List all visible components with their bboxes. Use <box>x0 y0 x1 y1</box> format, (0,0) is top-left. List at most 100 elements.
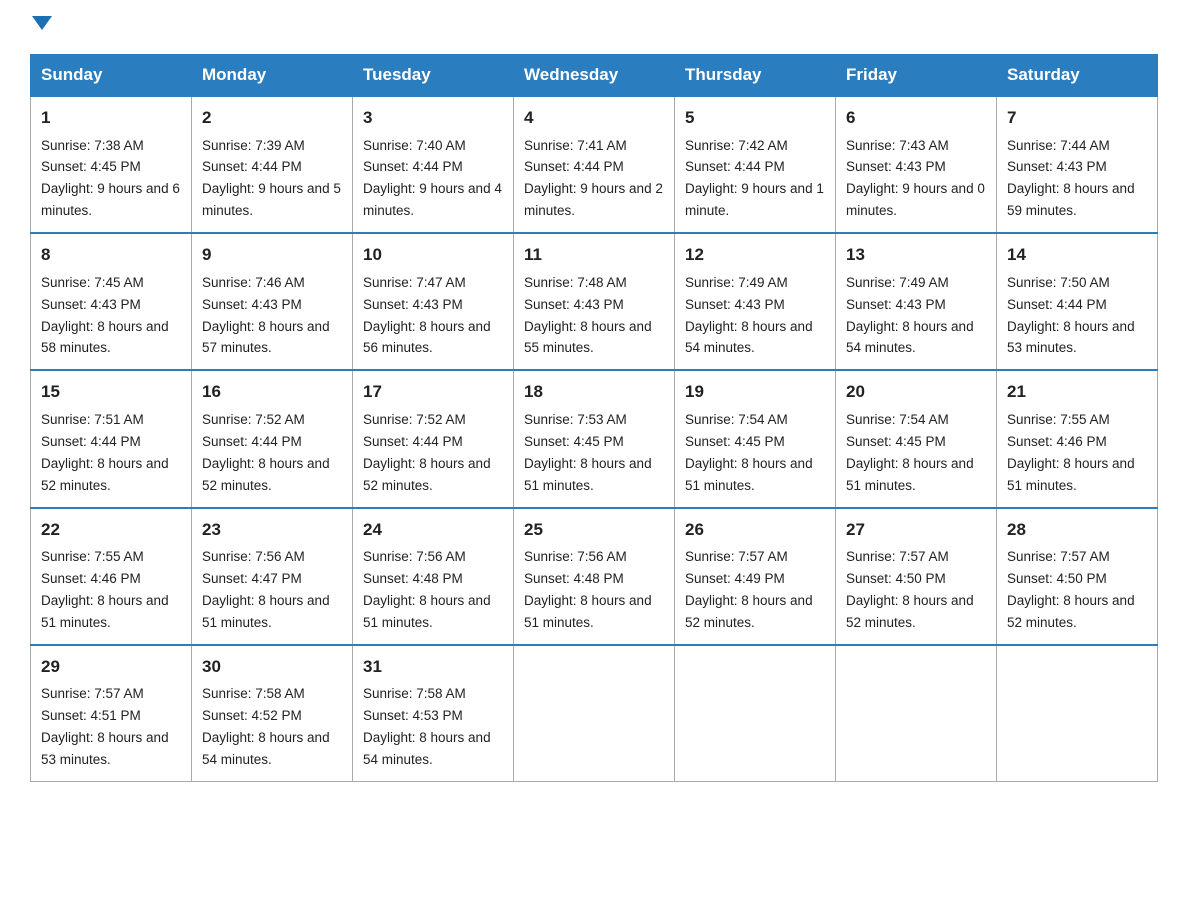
day-number: 24 <box>363 517 503 543</box>
day-number: 20 <box>846 379 986 405</box>
col-header-tuesday: Tuesday <box>353 55 514 97</box>
day-info: Sunrise: 7:42 AMSunset: 4:44 PMDaylight:… <box>685 138 824 219</box>
day-number: 19 <box>685 379 825 405</box>
day-number: 9 <box>202 242 342 268</box>
day-number: 15 <box>41 379 181 405</box>
day-info: Sunrise: 7:50 AMSunset: 4:44 PMDaylight:… <box>1007 275 1135 356</box>
calendar-cell <box>675 645 836 782</box>
calendar-cell: 16Sunrise: 7:52 AMSunset: 4:44 PMDayligh… <box>192 370 353 507</box>
day-number: 30 <box>202 654 342 680</box>
day-info: Sunrise: 7:48 AMSunset: 4:43 PMDaylight:… <box>524 275 652 356</box>
day-info: Sunrise: 7:49 AMSunset: 4:43 PMDaylight:… <box>846 275 974 356</box>
calendar-cell: 9 Sunrise: 7:46 AMSunset: 4:43 PMDaylight… <box>192 233 353 370</box>
col-header-wednesday: Wednesday <box>514 55 675 97</box>
calendar-cell: 6 Sunrise: 7:43 AMSunset: 4:43 PMDaylight… <box>836 96 997 233</box>
day-number: 7 <box>1007 105 1147 131</box>
calendar-week-4: 22 Sunrise: 7:55 AMSunset: 4:46 PMDayligh… <box>31 508 1158 645</box>
calendar-week-3: 15 Sunrise: 7:51 AMSunset: 4:44 PMDayligh… <box>31 370 1158 507</box>
day-info: Sunrise: 7:54 AMSunset: 4:45 PMDaylight:… <box>685 412 813 493</box>
col-header-monday: Monday <box>192 55 353 97</box>
day-number: 31 <box>363 654 503 680</box>
day-number: 23 <box>202 517 342 543</box>
day-info: Sunrise: 7:44 AMSunset: 4:43 PMDaylight:… <box>1007 138 1135 219</box>
day-number: 12 <box>685 242 825 268</box>
day-info: Sunrise: 7:40 AMSunset: 4:44 PMDaylight:… <box>363 138 502 219</box>
day-info: Sunrise: 7:43 AMSunset: 4:43 PMDaylight:… <box>846 138 985 219</box>
col-header-sunday: Sunday <box>31 55 192 97</box>
calendar-cell: 17 Sunrise: 7:52 AMSunset: 4:44 PMDayligh… <box>353 370 514 507</box>
calendar-cell: 8 Sunrise: 7:45 AMSunset: 4:43 PMDaylight… <box>31 233 192 370</box>
day-number: 13 <box>846 242 986 268</box>
col-header-saturday: Saturday <box>997 55 1158 97</box>
day-number: 1 <box>41 105 181 131</box>
day-info: Sunrise: 7:38 AMSunset: 4:45 PMDaylight:… <box>41 138 180 219</box>
day-number: 26 <box>685 517 825 543</box>
day-number: 18 <box>524 379 664 405</box>
day-number: 14 <box>1007 242 1147 268</box>
day-info: Sunrise: 7:54 AMSunset: 4:45 PMDaylight:… <box>846 412 974 493</box>
calendar-cell: 27 Sunrise: 7:57 AMSunset: 4:50 PMDayligh… <box>836 508 997 645</box>
day-info: Sunrise: 7:56 AMSunset: 4:47 PMDaylight:… <box>202 549 330 630</box>
day-info: Sunrise: 7:52 AMSunset: 4:44 PMDaylight:… <box>363 412 491 493</box>
day-number: 4 <box>524 105 664 131</box>
calendar-week-2: 8 Sunrise: 7:45 AMSunset: 4:43 PMDaylight… <box>31 233 1158 370</box>
calendar-cell: 15 Sunrise: 7:51 AMSunset: 4:44 PMDayligh… <box>31 370 192 507</box>
day-number: 5 <box>685 105 825 131</box>
day-info: Sunrise: 7:57 AMSunset: 4:49 PMDaylight:… <box>685 549 813 630</box>
calendar-cell: 26 Sunrise: 7:57 AMSunset: 4:49 PMDayligh… <box>675 508 836 645</box>
day-number: 21 <box>1007 379 1147 405</box>
day-info: Sunrise: 7:55 AMSunset: 4:46 PMDaylight:… <box>1007 412 1135 493</box>
calendar-cell: 13 Sunrise: 7:49 AMSunset: 4:43 PMDayligh… <box>836 233 997 370</box>
day-info: Sunrise: 7:46 AMSunset: 4:43 PMDaylight:… <box>202 275 330 356</box>
calendar-cell: 2 Sunrise: 7:39 AMSunset: 4:44 PMDaylight… <box>192 96 353 233</box>
day-info: Sunrise: 7:53 AMSunset: 4:45 PMDaylight:… <box>524 412 652 493</box>
calendar-cell <box>514 645 675 782</box>
day-info: Sunrise: 7:55 AMSunset: 4:46 PMDaylight:… <box>41 549 169 630</box>
calendar-cell: 23 Sunrise: 7:56 AMSunset: 4:47 PMDayligh… <box>192 508 353 645</box>
day-number: 25 <box>524 517 664 543</box>
day-number: 27 <box>846 517 986 543</box>
day-info: Sunrise: 7:58 AMSunset: 4:53 PMDaylight:… <box>363 686 491 767</box>
day-number: 2 <box>202 105 342 131</box>
day-info: Sunrise: 7:52 AMSunset: 4:44 PMDaylight:… <box>202 412 330 493</box>
calendar-cell: 12 Sunrise: 7:49 AMSunset: 4:43 PMDayligh… <box>675 233 836 370</box>
calendar-cell: 11 Sunrise: 7:48 AMSunset: 4:43 PMDayligh… <box>514 233 675 370</box>
calendar-cell: 14 Sunrise: 7:50 AMSunset: 4:44 PMDayligh… <box>997 233 1158 370</box>
day-number: 3 <box>363 105 503 131</box>
col-header-friday: Friday <box>836 55 997 97</box>
day-info: Sunrise: 7:57 AMSunset: 4:50 PMDaylight:… <box>846 549 974 630</box>
day-info: Sunrise: 7:56 AMSunset: 4:48 PMDaylight:… <box>363 549 491 630</box>
calendar-cell: 22 Sunrise: 7:55 AMSunset: 4:46 PMDayligh… <box>31 508 192 645</box>
page-header <box>30 20 1158 34</box>
day-number: 6 <box>846 105 986 131</box>
calendar-week-5: 29Sunrise: 7:57 AMSunset: 4:51 PMDayligh… <box>31 645 1158 782</box>
calendar-cell: 28Sunrise: 7:57 AMSunset: 4:50 PMDayligh… <box>997 508 1158 645</box>
day-number: 11 <box>524 242 664 268</box>
day-info: Sunrise: 7:39 AMSunset: 4:44 PMDaylight:… <box>202 138 341 219</box>
calendar-cell: 7 Sunrise: 7:44 AMSunset: 4:43 PMDaylight… <box>997 96 1158 233</box>
calendar-cell: 4 Sunrise: 7:41 AMSunset: 4:44 PMDaylight… <box>514 96 675 233</box>
calendar-cell: 24 Sunrise: 7:56 AMSunset: 4:48 PMDayligh… <box>353 508 514 645</box>
logo-triangle-icon <box>32 16 52 30</box>
day-number: 10 <box>363 242 503 268</box>
day-info: Sunrise: 7:41 AMSunset: 4:44 PMDaylight:… <box>524 138 663 219</box>
calendar-cell: 19 Sunrise: 7:54 AMSunset: 4:45 PMDayligh… <box>675 370 836 507</box>
calendar-cell: 18 Sunrise: 7:53 AMSunset: 4:45 PMDayligh… <box>514 370 675 507</box>
logo <box>30 20 52 34</box>
calendar-cell: 29Sunrise: 7:57 AMSunset: 4:51 PMDayligh… <box>31 645 192 782</box>
calendar-cell: 3 Sunrise: 7:40 AMSunset: 4:44 PMDaylight… <box>353 96 514 233</box>
day-number: 22 <box>41 517 181 543</box>
day-info: Sunrise: 7:49 AMSunset: 4:43 PMDaylight:… <box>685 275 813 356</box>
day-number: 8 <box>41 242 181 268</box>
day-info: Sunrise: 7:51 AMSunset: 4:44 PMDaylight:… <box>41 412 169 493</box>
day-info: Sunrise: 7:45 AMSunset: 4:43 PMDaylight:… <box>41 275 169 356</box>
calendar-cell <box>836 645 997 782</box>
day-info: Sunrise: 7:57 AMSunset: 4:51 PMDaylight:… <box>41 686 169 767</box>
day-number: 17 <box>363 379 503 405</box>
calendar-week-1: 1 Sunrise: 7:38 AMSunset: 4:45 PMDaylight… <box>31 96 1158 233</box>
calendar-cell <box>997 645 1158 782</box>
day-info: Sunrise: 7:47 AMSunset: 4:43 PMDaylight:… <box>363 275 491 356</box>
calendar-cell: 5 Sunrise: 7:42 AMSunset: 4:44 PMDaylight… <box>675 96 836 233</box>
calendar-cell: 10 Sunrise: 7:47 AMSunset: 4:43 PMDayligh… <box>353 233 514 370</box>
calendar-cell: 30Sunrise: 7:58 AMSunset: 4:52 PMDayligh… <box>192 645 353 782</box>
